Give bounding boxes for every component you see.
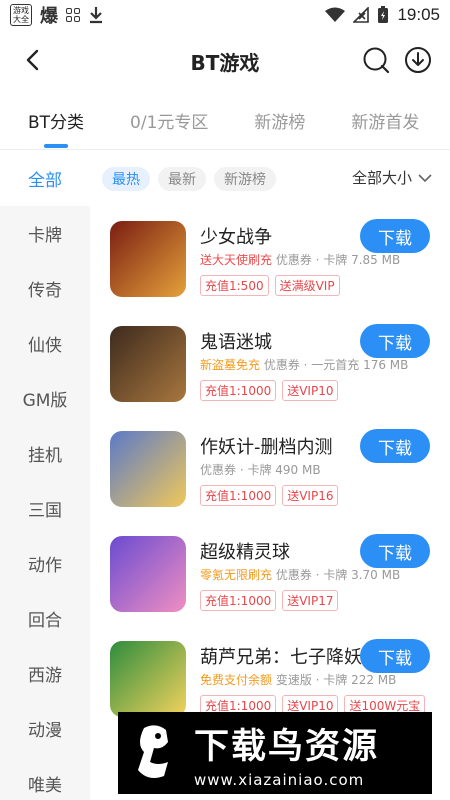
sidebar-item-turn-based[interactable]: 回合 bbox=[0, 591, 90, 646]
game-row[interactable]: 鬼语迷城 新盗墓免充 优惠券 · 一元首充 176 MB 充值1:1000 送V… bbox=[90, 318, 450, 423]
size-dropdown-label: 全部大小 bbox=[351, 169, 412, 187]
game-tag: 充值1:500 bbox=[200, 275, 269, 296]
category-sidebar: 全部 卡牌 传奇 仙侠 GM版 挂机 三国 动作 回合 西游 动漫 唯美 bbox=[0, 151, 90, 800]
game-tag: 送满级VIP bbox=[274, 275, 340, 296]
sidebar-item-journey-west[interactable]: 西游 bbox=[0, 646, 90, 701]
tab-new-releases[interactable]: 新游首发 bbox=[351, 92, 419, 150]
battery-icon bbox=[378, 6, 389, 23]
size-dropdown[interactable]: 全部大小 bbox=[352, 167, 432, 188]
download-button[interactable]: 下载 bbox=[360, 639, 430, 673]
sidebar-item-anime[interactable]: 动漫 bbox=[0, 701, 90, 756]
game-info: 优惠券 · 一元首充 176 MB bbox=[260, 358, 409, 372]
download-button[interactable]: 下载 bbox=[360, 534, 430, 568]
game-meta: 优惠券 · 卡牌 490 MB bbox=[200, 461, 321, 478]
bao-notification-icon: 爆 bbox=[40, 6, 58, 27]
sidebar-item-card[interactable]: 卡牌 bbox=[0, 206, 90, 261]
wifi-icon bbox=[325, 7, 346, 22]
game-row[interactable]: 超级精灵球 零氪无限刷充 优惠券 · 卡牌 3.70 MB 充值1:1000 送… bbox=[90, 528, 450, 633]
game-meta: 送大天使刷充 优惠券 · 卡牌 7.85 MB bbox=[200, 251, 400, 268]
search-icon[interactable] bbox=[362, 46, 390, 74]
tab-new-games-chart[interactable]: 新游榜 bbox=[254, 92, 305, 150]
game-tag: 充值1:1000 bbox=[200, 380, 277, 401]
filter-new-chart[interactable]: 新游榜 bbox=[214, 166, 276, 191]
download-button[interactable]: 下载 bbox=[360, 219, 430, 253]
game-promo: 送大天使刷充 bbox=[200, 253, 273, 267]
game-icon bbox=[110, 326, 186, 402]
game-info: 优惠券 · 卡牌 3.70 MB bbox=[272, 568, 401, 582]
header: BT游戏 bbox=[0, 30, 450, 92]
game-tag: 充值1:1000 bbox=[200, 590, 277, 611]
bird-logo-icon bbox=[138, 725, 168, 778]
game-icon bbox=[110, 536, 186, 612]
sidebar-item-all[interactable]: 全部 bbox=[0, 151, 90, 206]
tab-zero-one-yuan[interactable]: 0/1元专区 bbox=[130, 92, 208, 150]
game-tag: 送VIP10 bbox=[282, 380, 339, 401]
game-tag: 送VIP17 bbox=[282, 590, 339, 611]
sidebar-item-legend[interactable]: 传奇 bbox=[0, 261, 90, 316]
game-icon bbox=[110, 641, 186, 717]
sidebar-item-idle[interactable]: 挂机 bbox=[0, 426, 90, 481]
game-name: 葫芦兄弟：七子降妖 bbox=[200, 647, 362, 668]
game-name: 超级精灵球 bbox=[200, 542, 290, 563]
game-name: 作妖计-删档内测 bbox=[200, 437, 333, 458]
clock: 19:05 bbox=[397, 5, 440, 24]
game-promo: 零氪无限刷充 bbox=[200, 568, 273, 582]
game-meta: 新盗墓免充 优惠券 · 一元首充 176 MB bbox=[200, 356, 408, 373]
back-arrow-icon[interactable] bbox=[20, 46, 48, 74]
sidebar-item-action[interactable]: 动作 bbox=[0, 536, 90, 591]
status-bar: 游戏大全 爆 19:05 bbox=[0, 0, 450, 30]
game-meta: 免费支付余额 变速版 · 卡牌 222 MB bbox=[200, 671, 396, 688]
sidebar-item-three-kingdoms[interactable]: 三国 bbox=[0, 481, 90, 536]
grid-notification-icon bbox=[66, 8, 80, 22]
download-button[interactable]: 下载 bbox=[360, 324, 430, 358]
game-tag: 充值1:1000 bbox=[200, 485, 277, 506]
game-icon bbox=[110, 221, 186, 297]
game-name: 少女战争 bbox=[200, 227, 272, 248]
download-button[interactable]: 下载 bbox=[360, 429, 430, 463]
watermark-title: 下载鸟资源 bbox=[194, 726, 380, 767]
game-row[interactable]: 少女战争 送大天使刷充 优惠券 · 卡牌 7.85 MB 充值1:500 送满级… bbox=[90, 213, 450, 318]
game-tag: 送VIP16 bbox=[282, 485, 339, 506]
watermark-banner: 下载鸟资源 www.xiazainiao.com bbox=[118, 712, 432, 794]
game-name: 鬼语迷城 bbox=[200, 332, 272, 353]
game-promo: 免费支付余额 bbox=[200, 673, 273, 687]
page-title: BT游戏 bbox=[190, 50, 260, 75]
tab-bar: BT分类 0/1元专区 新游榜 新游首发 bbox=[0, 92, 450, 150]
game-row[interactable]: 作妖计-删档内测 优惠券 · 卡牌 490 MB 充值1:1000 送VIP16… bbox=[90, 423, 450, 528]
game-promo: 新盗墓免充 bbox=[200, 358, 261, 372]
chevron-down-icon bbox=[418, 173, 432, 182]
game-info: 变速版 · 卡牌 222 MB bbox=[272, 673, 397, 687]
game-list-panel: 最热 最新 新游榜 全部大小 少女战争 送大天使刷充 优惠券 · 卡牌 7.85… bbox=[90, 151, 450, 800]
app-notification-icon: 游戏大全 bbox=[10, 4, 32, 26]
download-manager-icon[interactable] bbox=[404, 46, 432, 74]
tab-bt-category[interactable]: BT分类 bbox=[28, 92, 84, 150]
filter-newest[interactable]: 最新 bbox=[158, 166, 206, 191]
sidebar-item-gm[interactable]: GM版 bbox=[0, 371, 90, 426]
filter-hottest[interactable]: 最热 bbox=[102, 166, 150, 191]
game-meta: 零氪无限刷充 优惠券 · 卡牌 3.70 MB bbox=[200, 566, 400, 583]
sidebar-item-xianxia[interactable]: 仙侠 bbox=[0, 316, 90, 371]
watermark-url: www.xiazainiao.com bbox=[194, 770, 365, 789]
download-notification-icon bbox=[90, 7, 102, 24]
signal-icon bbox=[353, 7, 370, 23]
game-icon bbox=[110, 431, 186, 507]
game-info: 优惠券 · 卡牌 7.85 MB bbox=[272, 253, 401, 267]
sidebar-item-aesthetic[interactable]: 唯美 bbox=[0, 756, 90, 800]
game-info: 优惠券 · 卡牌 490 MB bbox=[200, 463, 321, 477]
